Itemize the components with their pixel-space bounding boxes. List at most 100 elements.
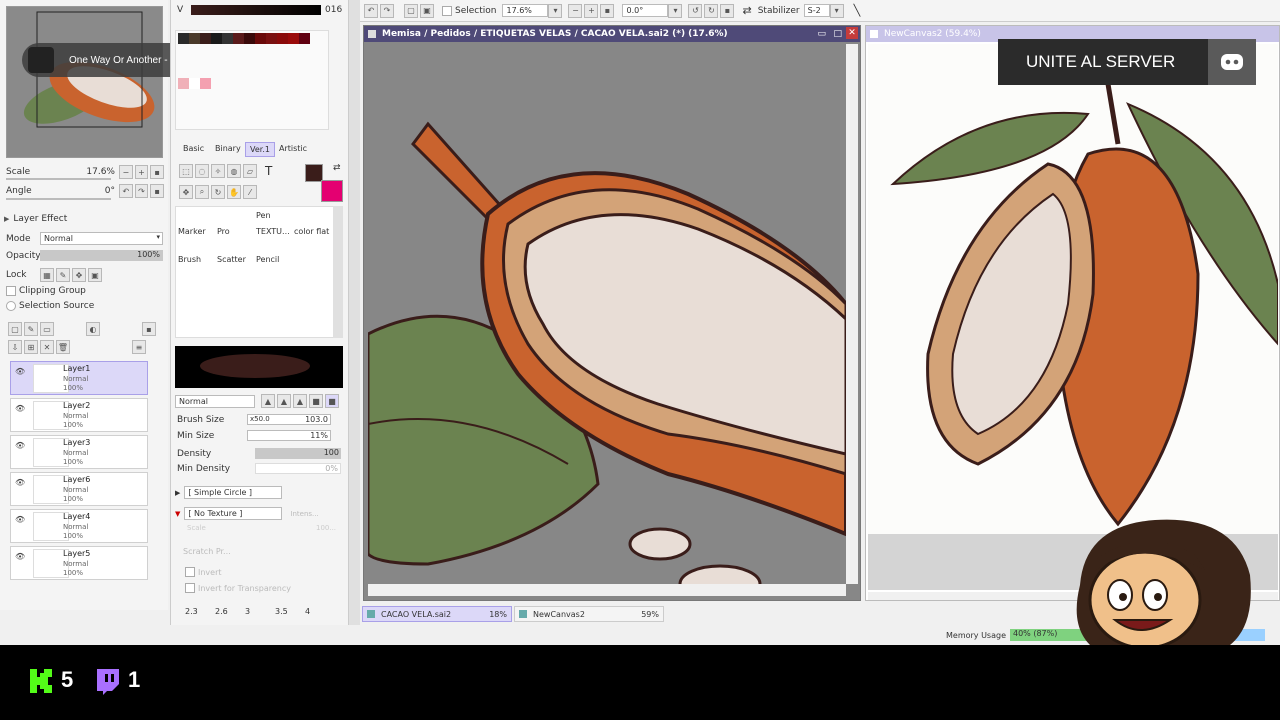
merge-down-icon[interactable]: ⇩ [8, 340, 22, 354]
size-preset[interactable]: 2.3 [185, 607, 215, 616]
select-rect-icon[interactable]: ⬚ [179, 164, 193, 178]
layer-item[interactable]: 👁 Layer4 Normal 100% [10, 509, 148, 543]
rotate-left-button[interactable]: ↶ [118, 184, 133, 198]
new-linework-layer-icon[interactable]: ✎ [24, 322, 38, 336]
layer-options-icon[interactable]: ▪ [142, 322, 156, 336]
size-preset[interactable]: 2.6 [215, 607, 245, 616]
background-color[interactable] [321, 180, 343, 202]
eye-icon[interactable]: 👁 [15, 441, 25, 450]
layer-item[interactable]: 👁 Layer3 Normal 100% [10, 435, 148, 469]
brush-color-flat[interactable]: color flat [294, 227, 329, 236]
layer-item[interactable]: 👁 Layer2 Normal 100% [10, 398, 148, 432]
brush-shape-select[interactable]: [ Simple Circle ] [184, 486, 283, 499]
layer-item[interactable]: 👁 Layer1 Normal 100% [10, 361, 148, 395]
move-icon[interactable]: ✥ [179, 185, 193, 199]
scale-slider[interactable] [6, 178, 111, 180]
selection-checkbox[interactable] [442, 5, 452, 16]
layer-menu-icon[interactable]: ≡ [132, 340, 146, 354]
eye-icon[interactable]: 👁 [15, 367, 25, 376]
tip-shape-1-icon[interactable]: ▲ [261, 394, 275, 408]
eraser-icon[interactable]: ▱ [243, 164, 257, 178]
size-preset[interactable]: 3 [245, 607, 275, 616]
clipping-group-checkbox[interactable] [6, 286, 16, 296]
layer-item[interactable]: 👁 Layer6 Normal 100% [10, 472, 148, 506]
tip-shape-2-icon[interactable]: ▲ [277, 394, 291, 408]
brush-pencil[interactable]: Pencil [256, 255, 279, 264]
brush-size-slider[interactable]: x50.0 103.0 [247, 414, 331, 425]
main-canvas-vscrollbar[interactable] [846, 44, 858, 584]
tip-shape-3-icon[interactable]: ▲ [293, 394, 307, 408]
zoom-in-button[interactable]: + [134, 165, 149, 179]
tab-binary[interactable]: Binary [211, 142, 245, 155]
invert-transparency-checkbox[interactable] [185, 583, 195, 593]
tip-shape-5-icon[interactable]: ■ [325, 394, 339, 408]
doc-tab[interactable]: CACAO VELA.sai2 18% [362, 606, 512, 622]
lock-transparency-icon[interactable]: ▦ [40, 268, 54, 282]
rotation-field[interactable]: 0.0° [622, 4, 669, 17]
invert-selection-icon[interactable]: ▣ [420, 3, 434, 18]
brush-pro[interactable]: Pro [217, 227, 230, 236]
layer-mode-select[interactable]: Normal ▾ [40, 232, 163, 245]
zoom-field[interactable]: 17.6% [502, 4, 549, 17]
undo-icon[interactable]: ↶ [364, 3, 378, 18]
rotate-ccw-icon[interactable]: ↺ [688, 3, 703, 18]
clear-layer-icon[interactable]: ✕ [40, 340, 54, 354]
tab-artistic[interactable]: Artistic [275, 142, 311, 155]
maximize-icon[interactable]: □ [833, 29, 842, 39]
tab-basic[interactable]: Basic [179, 142, 208, 155]
second-canvas-area[interactable] [868, 44, 1278, 534]
close-icon[interactable]: ✕ [846, 27, 858, 39]
rotate-cw-icon[interactable]: ↻ [704, 3, 719, 18]
layer-mask-icon[interactable]: ◐ [86, 322, 100, 336]
hand-icon[interactable]: ✋ [227, 185, 241, 199]
eye-icon[interactable]: 👁 [15, 515, 25, 524]
size-preset[interactable]: 4 [305, 607, 335, 616]
min-size-slider[interactable]: 11% [247, 430, 331, 441]
density-slider[interactable]: 100 [255, 448, 341, 459]
eyedropper-icon[interactable]: ⁄ [243, 185, 257, 199]
fill-bucket-icon[interactable]: ◍ [227, 164, 241, 178]
zoom-out-icon[interactable]: − [568, 3, 583, 18]
brush-scatter[interactable]: Scatter [217, 255, 246, 264]
selection-source-checkbox[interactable] [6, 301, 16, 311]
delete-layer-icon[interactable]: 🗑 [56, 340, 70, 354]
minimize-icon[interactable]: ▭ [817, 29, 826, 39]
lock-move-icon[interactable]: ✥ [72, 268, 86, 282]
eye-icon[interactable]: 👁 [15, 404, 25, 413]
swatch-palette[interactable] [175, 30, 329, 130]
stabilizer-dropdown-icon[interactable]: ▾ [829, 3, 844, 18]
rotation-dropdown-icon[interactable]: ▾ [668, 3, 683, 18]
brush-scrollbar[interactable] [333, 206, 343, 338]
eye-icon[interactable]: 👁 [15, 552, 25, 561]
zoom-dropdown-icon[interactable]: ▾ [548, 3, 563, 18]
invert-checkbox[interactable] [185, 567, 195, 577]
rotate-icon[interactable]: ↻ [211, 185, 225, 199]
new-layer-icon[interactable]: ▢ [8, 322, 22, 336]
tool-panel-scrollbar[interactable] [348, 0, 360, 625]
rotation-reset-icon[interactable]: ▪ [720, 3, 735, 18]
layer-item[interactable]: 👁 Layer5 Normal 100% [10, 546, 148, 580]
lock-all-icon[interactable]: ▣ [88, 268, 102, 282]
main-canvas-hscrollbar[interactable] [368, 584, 846, 596]
new-folder-icon[interactable]: ▭ [40, 322, 54, 336]
min-density-slider[interactable]: 0% [255, 463, 341, 474]
blend-mode-select[interactable]: Normal [175, 394, 255, 408]
zoom-icon[interactable]: ⌕ [195, 185, 209, 199]
navigator-preview[interactable] [6, 6, 163, 158]
zoom-reset-icon[interactable]: ▪ [600, 3, 615, 18]
brush-texture-select[interactable]: [ No Texture ] [184, 507, 283, 520]
doc-tab[interactable]: NewCanvas2 59% [514, 606, 664, 622]
zoom-reset-button[interactable]: ▪ [150, 165, 164, 179]
deselect-icon[interactable]: ▢ [404, 3, 418, 18]
lasso-icon[interactable]: ◌ [195, 164, 209, 178]
rotate-right-button[interactable]: ↷ [134, 184, 149, 198]
value-slider[interactable] [191, 5, 321, 15]
stabilizer-field[interactable]: S-2 [803, 4, 830, 17]
brush-textu[interactable]: TEXTU... [256, 227, 290, 236]
straight-line-icon[interactable]: ╲ [854, 4, 861, 17]
brush-marker[interactable]: Marker [178, 227, 206, 236]
lock-paint-icon[interactable]: ✎ [56, 268, 70, 282]
zoom-out-button[interactable]: − [118, 165, 133, 179]
brush-pen[interactable]: Pen [256, 211, 271, 220]
size-preset[interactable]: 3.5 [275, 607, 305, 616]
